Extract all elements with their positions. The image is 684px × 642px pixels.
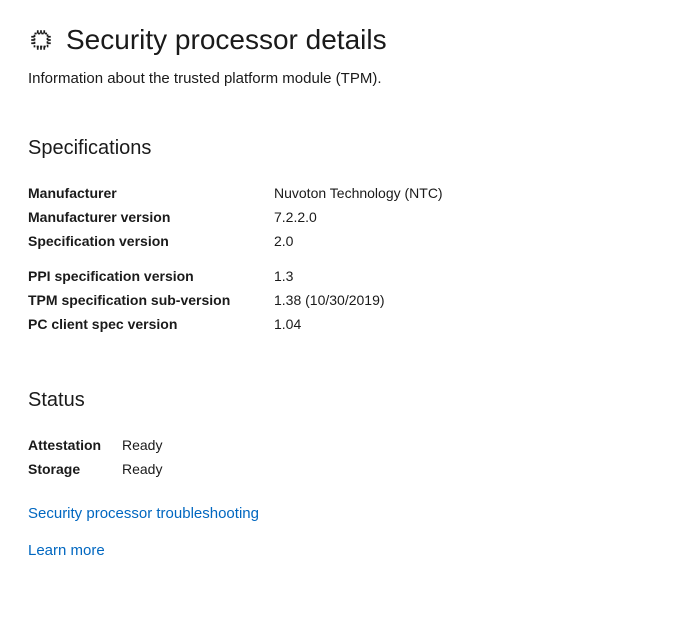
spec-value: 1.38 (10/30/2019) xyxy=(274,289,385,313)
status-table: Attestation Ready Storage Ready xyxy=(28,434,656,482)
spec-row: TPM specification sub-version 1.38 (10/3… xyxy=(28,289,656,313)
spec-value: 7.2.2.0 xyxy=(274,206,317,230)
spec-label: Specification version xyxy=(28,230,274,254)
spec-row: PC client spec version 1.04 xyxy=(28,313,656,337)
spec-row: Specification version 2.0 xyxy=(28,230,656,254)
status-section: Status Attestation Ready Storage Ready S… xyxy=(28,389,656,560)
spec-row: Manufacturer Nuvoton Technology (NTC) xyxy=(28,182,656,206)
status-row: Attestation Ready xyxy=(28,434,656,458)
page-subtitle: Information about the trusted platform m… xyxy=(28,70,656,87)
spec-value: 2.0 xyxy=(274,230,293,254)
spec-value: 1.3 xyxy=(274,265,293,289)
spec-label: TPM specification sub-version xyxy=(28,289,274,313)
spec-row: Manufacturer version 7.2.2.0 xyxy=(28,206,656,230)
learn-more-link[interactable]: Learn more xyxy=(28,542,656,559)
specifications-heading: Specifications xyxy=(28,137,656,160)
status-label: Storage xyxy=(28,458,122,482)
page-title: Security processor details xyxy=(66,24,387,56)
chip-icon xyxy=(28,27,54,53)
status-label: Attestation xyxy=(28,434,122,458)
status-value: Ready xyxy=(122,458,162,482)
page-header: Security processor details xyxy=(28,24,656,56)
spec-row: PPI specification version 1.3 xyxy=(28,265,656,289)
spec-value: 1.04 xyxy=(274,313,301,337)
status-row: Storage Ready xyxy=(28,458,656,482)
spec-label: Manufacturer version xyxy=(28,206,274,230)
spec-label: Manufacturer xyxy=(28,182,274,206)
status-value: Ready xyxy=(122,434,162,458)
spec-label: PPI specification version xyxy=(28,265,274,289)
specifications-table: Manufacturer Nuvoton Technology (NTC) Ma… xyxy=(28,182,656,337)
status-heading: Status xyxy=(28,389,656,412)
troubleshooting-link[interactable]: Security processor troubleshooting xyxy=(28,505,656,522)
spec-value: Nuvoton Technology (NTC) xyxy=(274,182,443,206)
spec-label: PC client spec version xyxy=(28,313,274,337)
